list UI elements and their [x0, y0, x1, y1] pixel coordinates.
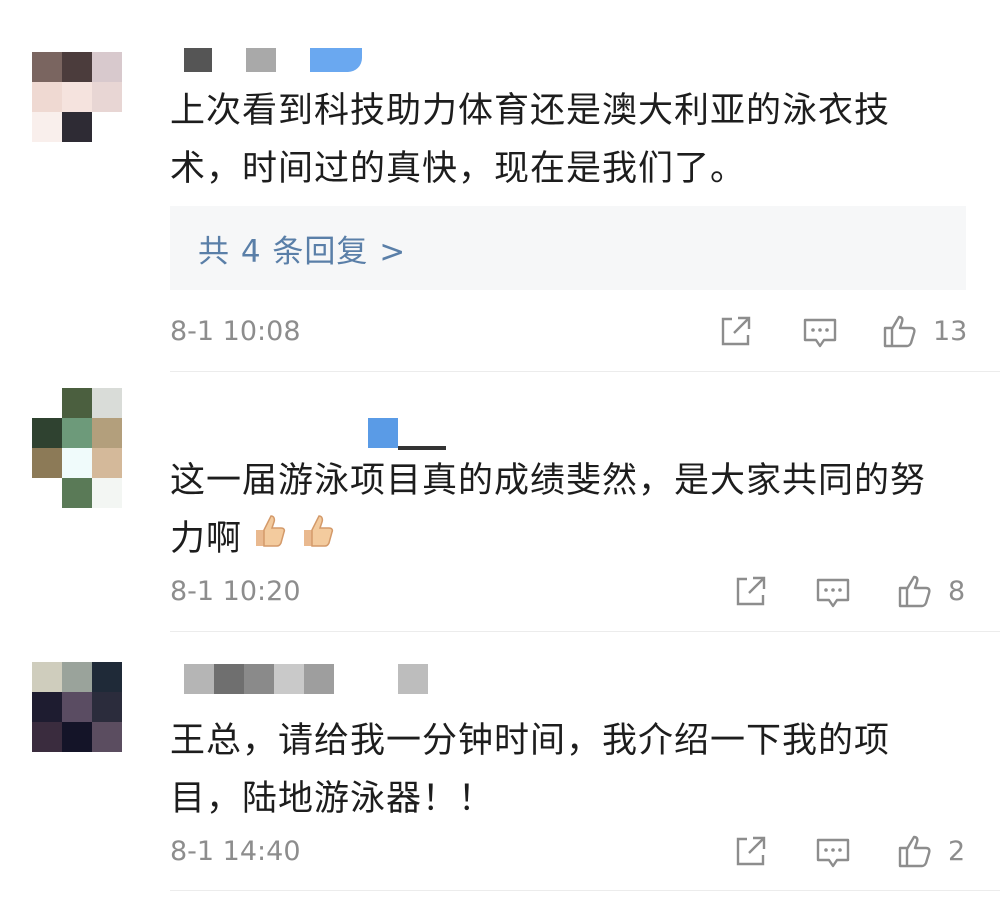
divider — [170, 890, 1000, 891]
share-icon[interactable] — [718, 313, 754, 349]
comment-icon[interactable] — [815, 835, 851, 871]
avatar[interactable] — [32, 388, 122, 508]
comment-icon[interactable] — [815, 575, 851, 611]
share-icon[interactable] — [733, 573, 769, 609]
timestamp: 8-1 10:08 — [170, 316, 301, 347]
avatar[interactable] — [32, 662, 122, 752]
thumbs-up-icon[interactable] — [882, 313, 918, 349]
share-icon[interactable] — [733, 833, 769, 869]
comment-item: 上次看到科技助力体育还是澳大利亚的泳衣技术，时间过的真快，现在是我们了。 共 4… — [0, 0, 1000, 372]
comment-text: 王总，请给我一分钟时间，我介绍一下我的项目，陆地游泳器！！ — [170, 721, 891, 819]
like-count: 2 — [948, 836, 966, 867]
comment-item: 王总，请给我一分钟时间，我介绍一下我的项目，陆地游泳器！！ 8-1 14:40 … — [0, 632, 1000, 907]
timestamp: 8-1 10:20 — [170, 576, 301, 607]
like-count: 13 — [933, 316, 968, 347]
comment-text: 这一届游泳项目真的成绩斐然，是大家共同的努力啊 — [170, 452, 960, 570]
thumbs-up-icon[interactable] — [897, 573, 933, 609]
timestamp: 8-1 14:40 — [170, 836, 301, 867]
thumbs-up-emoji — [296, 510, 338, 570]
comment-item: 这一届游泳项目真的成绩斐然，是大家共同的努力啊 8-1 10:20 8 — [0, 372, 1000, 632]
replies-box[interactable]: 共 4 条回复 > — [170, 206, 966, 290]
thumbs-up-icon[interactable] — [897, 833, 933, 869]
like-count: 8 — [948, 576, 966, 607]
thumbs-up-emoji — [248, 510, 290, 570]
avatar[interactable] — [32, 52, 122, 142]
comment-icon[interactable] — [802, 315, 838, 351]
view-replies-link[interactable]: 共 4 条回复 > — [198, 226, 406, 271]
comment-text: 上次看到科技助力体育还是澳大利亚的泳衣技术，时间过的真快，现在是我们了。 — [170, 91, 891, 189]
